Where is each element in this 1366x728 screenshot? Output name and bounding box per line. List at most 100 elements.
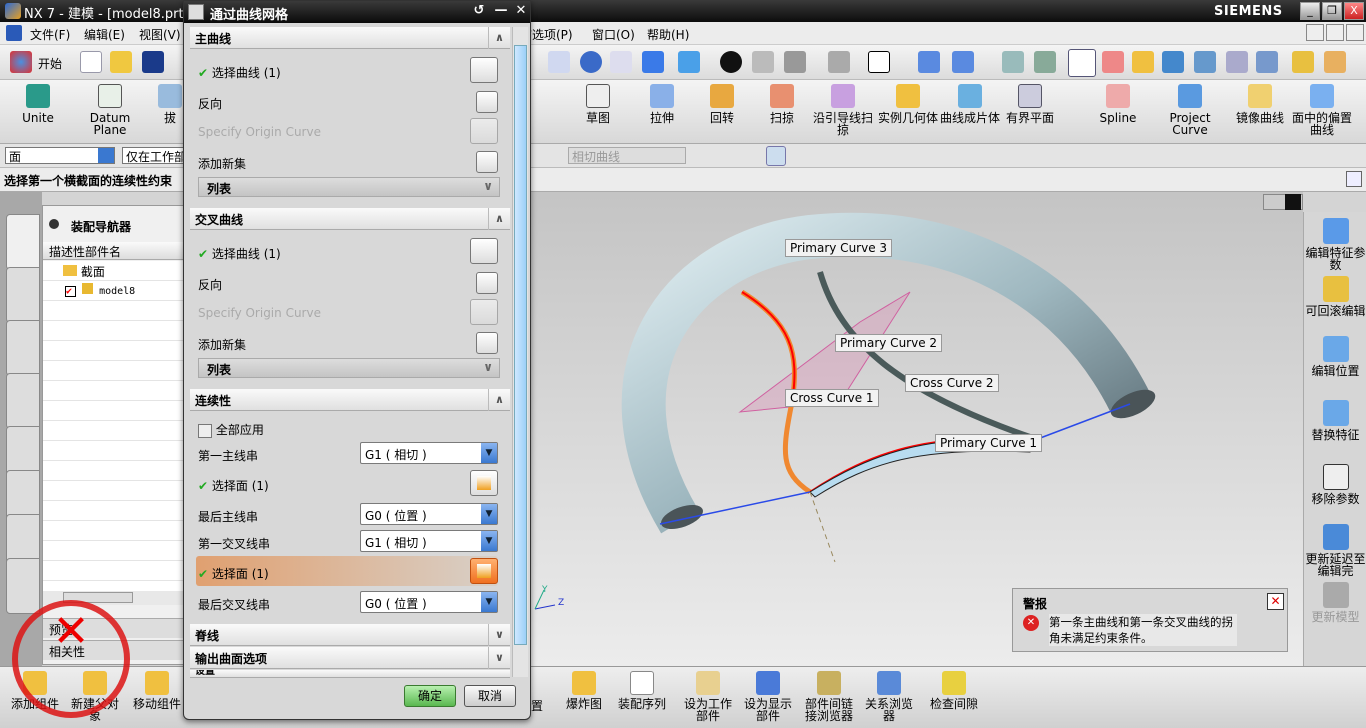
orient-view-icon[interactable] bbox=[918, 51, 940, 73]
spline-button[interactable]: Spline bbox=[1088, 84, 1148, 124]
render-style-icon[interactable] bbox=[720, 51, 742, 73]
snap-point-icon[interactable] bbox=[1194, 51, 1216, 73]
sweep-along-guide-button[interactable]: 沿引导线扫掠 bbox=[812, 84, 874, 136]
snap-icon[interactable] bbox=[1162, 51, 1184, 73]
measure-angle-icon[interactable] bbox=[1324, 51, 1346, 73]
dialog-scrollbar[interactable] bbox=[512, 27, 528, 677]
layer-visible-icon[interactable] bbox=[1034, 51, 1056, 73]
update-model-button[interactable]: 更新模型 bbox=[1304, 582, 1366, 623]
close-button[interactable]: X bbox=[1344, 2, 1364, 20]
reverse-direction-button[interactable] bbox=[476, 91, 498, 113]
reposition-button[interactable]: 置 bbox=[530, 700, 544, 712]
continuity-header[interactable]: 连续性 ∧ bbox=[190, 389, 510, 411]
start-icon[interactable] bbox=[10, 51, 32, 73]
exploded-view-button[interactable]: 爆炸图 bbox=[560, 671, 608, 710]
check-clearance-button[interactable]: 检查间隙 bbox=[926, 671, 982, 710]
view-section-icon[interactable] bbox=[952, 51, 974, 73]
last-primary-select[interactable]: G0 ( 位置 ) ▼ bbox=[360, 503, 498, 525]
zoom-icon[interactable] bbox=[548, 51, 570, 73]
alert-close-button[interactable]: ✕ bbox=[1267, 593, 1284, 610]
select-face-1[interactable]: ✔ 选择面 (1) bbox=[198, 477, 269, 494]
info-tab[interactable] bbox=[6, 320, 40, 376]
layer-settings-icon[interactable] bbox=[1002, 51, 1024, 73]
expand-icon[interactable]: ∨ bbox=[488, 624, 510, 646]
expand-icon[interactable]: ∨ bbox=[488, 647, 510, 669]
type-filter-select[interactable]: 面 bbox=[5, 147, 115, 164]
select-icon[interactable] bbox=[1226, 51, 1248, 73]
select-face-button-2[interactable] bbox=[470, 558, 498, 584]
pin-icon[interactable] bbox=[188, 4, 204, 20]
collapse-icon[interactable]: ∧ bbox=[488, 389, 510, 411]
shaded-view-icon[interactable] bbox=[678, 51, 700, 73]
rotate-icon[interactable] bbox=[580, 51, 602, 73]
cross-select-curve[interactable]: ✔ 选择曲线 (1) bbox=[198, 245, 281, 262]
fit-view-icon[interactable] bbox=[642, 51, 664, 73]
bounded-plane-button[interactable]: 有界平面 bbox=[1000, 84, 1060, 124]
output-surface-options-header[interactable]: 输出曲面选项 ∨ bbox=[190, 647, 510, 669]
doc-minimize-button[interactable] bbox=[1306, 24, 1324, 41]
dialog-minimize-button[interactable]: — bbox=[492, 3, 510, 21]
restore-button[interactable]: ❐ bbox=[1322, 2, 1342, 20]
edit-feature-parameters-button[interactable]: 编辑特征参数 bbox=[1304, 218, 1366, 271]
ok-button[interactable]: 确定 bbox=[404, 685, 456, 707]
pan-icon[interactable] bbox=[610, 51, 632, 73]
tree-item[interactable]: ✔ model8 bbox=[65, 283, 135, 297]
mirror-curve-button[interactable]: 镜像曲线 bbox=[1230, 84, 1290, 124]
app-menu-icon[interactable] bbox=[6, 25, 22, 41]
primary-list-toggle[interactable]: 列表 ∨ bbox=[198, 177, 500, 197]
sweep-button[interactable]: 扫掠 bbox=[752, 84, 812, 124]
new-file-icon[interactable] bbox=[80, 51, 102, 73]
maximize-view-icon[interactable] bbox=[1346, 171, 1362, 187]
save-icon[interactable] bbox=[142, 51, 164, 73]
selection-cube-icon[interactable] bbox=[766, 146, 786, 166]
tree-item[interactable]: 截面 bbox=[63, 263, 105, 280]
assembly-sequence-button[interactable]: 装配序列 bbox=[614, 671, 670, 710]
select-face-button-1[interactable] bbox=[470, 470, 498, 496]
wcs-icon[interactable] bbox=[1102, 51, 1124, 73]
first-primary-select[interactable]: G1 ( 相切 ) ▼ bbox=[360, 442, 498, 464]
apply-all-checkbox[interactable]: 全部应用 bbox=[198, 421, 264, 438]
project-curve-button[interactable]: Project Curve bbox=[1160, 84, 1220, 136]
layer-icon[interactable] bbox=[828, 51, 850, 73]
sketch-button[interactable]: 草图 bbox=[568, 84, 628, 124]
web-browser-tab[interactable] bbox=[6, 373, 40, 429]
replace-feature-button[interactable]: 替换特征 bbox=[1304, 400, 1366, 441]
cross-add-set-button[interactable] bbox=[476, 332, 498, 354]
open-folder-icon[interactable] bbox=[110, 51, 132, 73]
minimize-button[interactable]: _ bbox=[1300, 2, 1320, 20]
checkbox-checked[interactable]: ✔ bbox=[65, 286, 76, 297]
spine-header[interactable]: 脊线 ∨ bbox=[190, 624, 510, 646]
curve-rule-select[interactable]: 相切曲线 bbox=[568, 147, 686, 164]
cross-list-toggle[interactable]: 列表 ∨ bbox=[198, 358, 500, 378]
doc-close-button[interactable] bbox=[1346, 24, 1364, 41]
relations-browser-button[interactable]: 关系浏览器 bbox=[862, 671, 916, 722]
background-color-icon[interactable] bbox=[868, 51, 890, 73]
assembly-navigator-tab[interactable] bbox=[6, 214, 40, 270]
measure-distance-icon[interactable] bbox=[1292, 51, 1314, 73]
menu-help[interactable]: 帮助(H) bbox=[647, 26, 689, 43]
menu-view[interactable]: 视图(V) bbox=[139, 26, 181, 43]
menu-window[interactable]: 窗口(O) bbox=[592, 26, 635, 43]
remove-parameters-button[interactable]: 移除参数 bbox=[1304, 464, 1366, 505]
menu-edit[interactable]: 编辑(E) bbox=[84, 26, 125, 43]
section-icon[interactable] bbox=[752, 51, 774, 73]
primary-select-curve[interactable]: ✔ 选择曲线 (1) bbox=[198, 64, 281, 81]
constraint-navigator-tab[interactable] bbox=[6, 267, 40, 323]
select-curve-button[interactable] bbox=[470, 57, 498, 83]
checkbox[interactable] bbox=[198, 423, 212, 438]
datum-plane-button[interactable]: Datum Plane bbox=[80, 84, 140, 136]
cross-reverse-button[interactable] bbox=[476, 272, 498, 294]
pin-icon[interactable] bbox=[49, 219, 59, 229]
extract-geometry-button[interactable]: 实例几何体 bbox=[878, 84, 938, 124]
edit-with-rollback-button[interactable]: 可回滚编辑 bbox=[1304, 276, 1366, 317]
extrude-button[interactable]: 拉伸 bbox=[632, 84, 692, 124]
scope-select[interactable]: 仅在工作部 bbox=[122, 147, 186, 164]
settings-header[interactable]: 设置 bbox=[190, 670, 510, 678]
offset-in-face-button[interactable]: 面中的偏置曲线 bbox=[1292, 84, 1352, 136]
filter-icon[interactable] bbox=[1256, 51, 1278, 73]
edit-positioning-button[interactable]: 编辑位置 bbox=[1304, 336, 1366, 377]
first-cross-select[interactable]: G1 ( 相切 ) ▼ bbox=[360, 530, 498, 552]
select-cross-curve-button[interactable] bbox=[470, 238, 498, 264]
collapse-icon[interactable]: ∧ bbox=[488, 27, 510, 49]
collapse-icon[interactable]: ∧ bbox=[488, 208, 510, 230]
